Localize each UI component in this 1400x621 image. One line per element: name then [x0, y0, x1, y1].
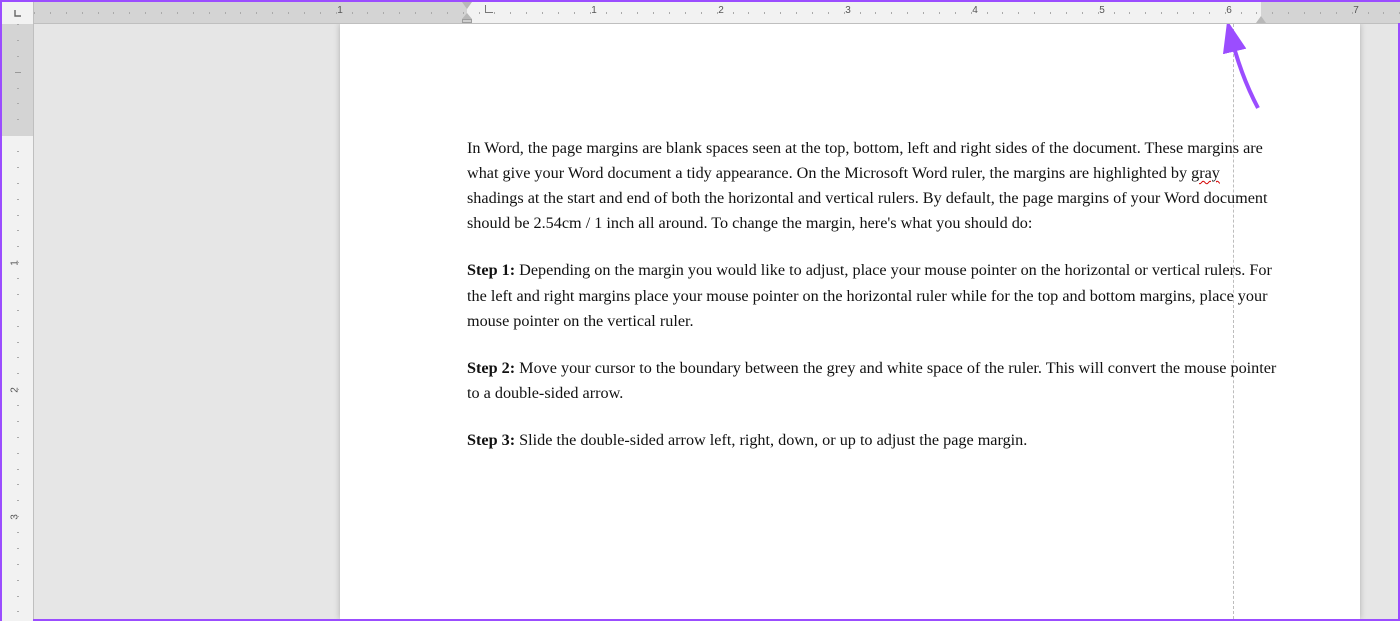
horizontal-ruler[interactable]: 11234567: [2, 2, 1398, 24]
first-line-indent-marker[interactable]: [462, 2, 472, 9]
step-label: Step 2:: [467, 359, 515, 377]
right-indent-marker[interactable]: [1256, 16, 1266, 23]
tab-stop-icon[interactable]: [485, 5, 493, 13]
spellcheck-word[interactable]: gray: [1191, 164, 1220, 182]
step-text: Depending on the margin you would like t…: [467, 261, 1272, 329]
ruler-corner-tab-icon[interactable]: [2, 2, 34, 24]
step-3: Step 3: Slide the double-sided arrow lef…: [467, 428, 1277, 453]
intro-tail: shadings at the start and end of both th…: [467, 189, 1268, 232]
step-2: Step 2: Move your cursor to the boundary…: [467, 356, 1277, 406]
step-label: Step 3:: [467, 431, 515, 449]
document-page: In Word, the page margins are blank spac…: [340, 24, 1360, 619]
intro-text: In Word, the page margins are blank spac…: [467, 139, 1263, 182]
intro-paragraph: In Word, the page margins are blank spac…: [467, 136, 1277, 236]
vertical-ruler[interactable]: 123: [2, 24, 34, 619]
editor-workspace: In Word, the page margins are blank spac…: [34, 24, 1398, 619]
document-body[interactable]: In Word, the page margins are blank spac…: [467, 136, 1277, 475]
step-text: Move your cursor to the boundary between…: [467, 359, 1276, 402]
left-indent-marker[interactable]: [462, 19, 472, 23]
step-label: Step 1:: [467, 261, 515, 279]
step-1: Step 1: Depending on the margin you woul…: [467, 258, 1277, 333]
step-text: Slide the double-sided arrow left, right…: [515, 431, 1027, 449]
